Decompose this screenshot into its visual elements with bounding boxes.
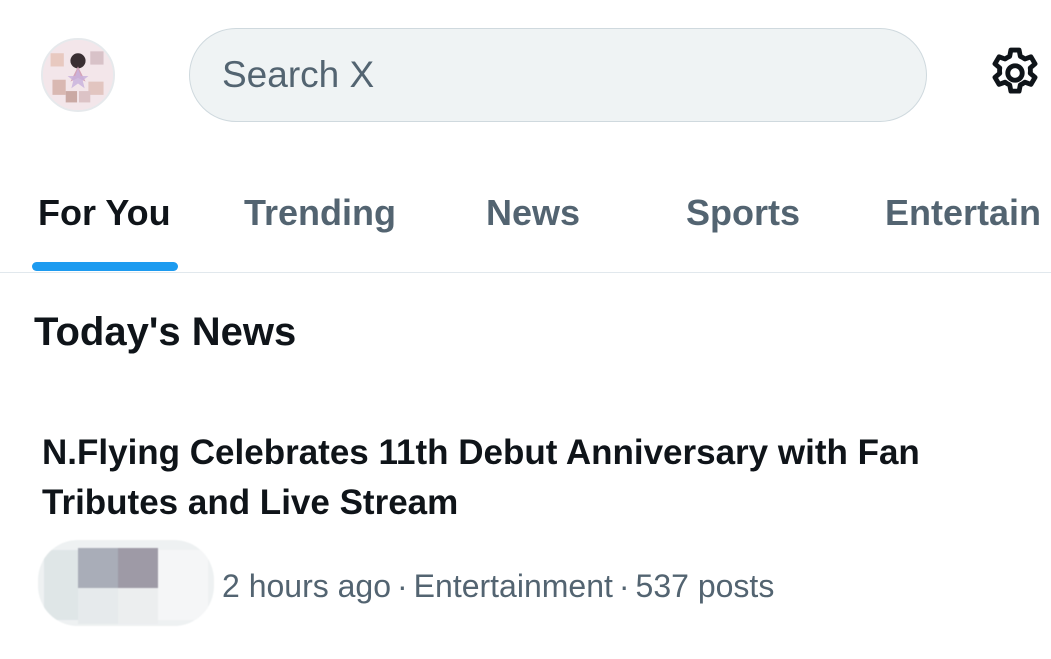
news-meta: 2 hours ago · Entertainment · 537 posts bbox=[38, 540, 938, 630]
explore-page: For You Trending News Sports Entertain T… bbox=[0, 0, 1051, 659]
news-meta-text: 2 hours ago · Entertainment · 537 posts bbox=[222, 568, 774, 605]
tab-for-you[interactable]: For You bbox=[38, 192, 171, 234]
profile-avatar[interactable] bbox=[41, 38, 115, 112]
tab-trending[interactable]: Trending bbox=[244, 192, 396, 234]
settings-button[interactable] bbox=[986, 44, 1044, 102]
news-category: Entertainment bbox=[413, 568, 613, 604]
search-box[interactable] bbox=[189, 28, 927, 122]
blurred-avatars bbox=[38, 540, 214, 626]
tab-news[interactable]: News bbox=[486, 192, 580, 234]
gear-icon bbox=[992, 47, 1038, 94]
tab-entertainment[interactable]: Entertain bbox=[885, 192, 1041, 234]
section-title: Today's News bbox=[34, 310, 297, 354]
news-headline[interactable]: N.Flying Celebrates 11th Debut Anniversa… bbox=[42, 428, 1022, 528]
search-input[interactable] bbox=[222, 54, 926, 96]
tab-bar: For You Trending News Sports Entertain bbox=[0, 160, 1051, 273]
news-post-count: 537 posts bbox=[635, 568, 775, 604]
active-tab-indicator bbox=[32, 262, 178, 271]
tab-sports[interactable]: Sports bbox=[686, 192, 800, 234]
news-time: 2 hours ago bbox=[222, 568, 392, 604]
separator: · bbox=[618, 568, 630, 604]
avatar-image bbox=[43, 40, 113, 110]
separator: · bbox=[397, 568, 408, 604]
